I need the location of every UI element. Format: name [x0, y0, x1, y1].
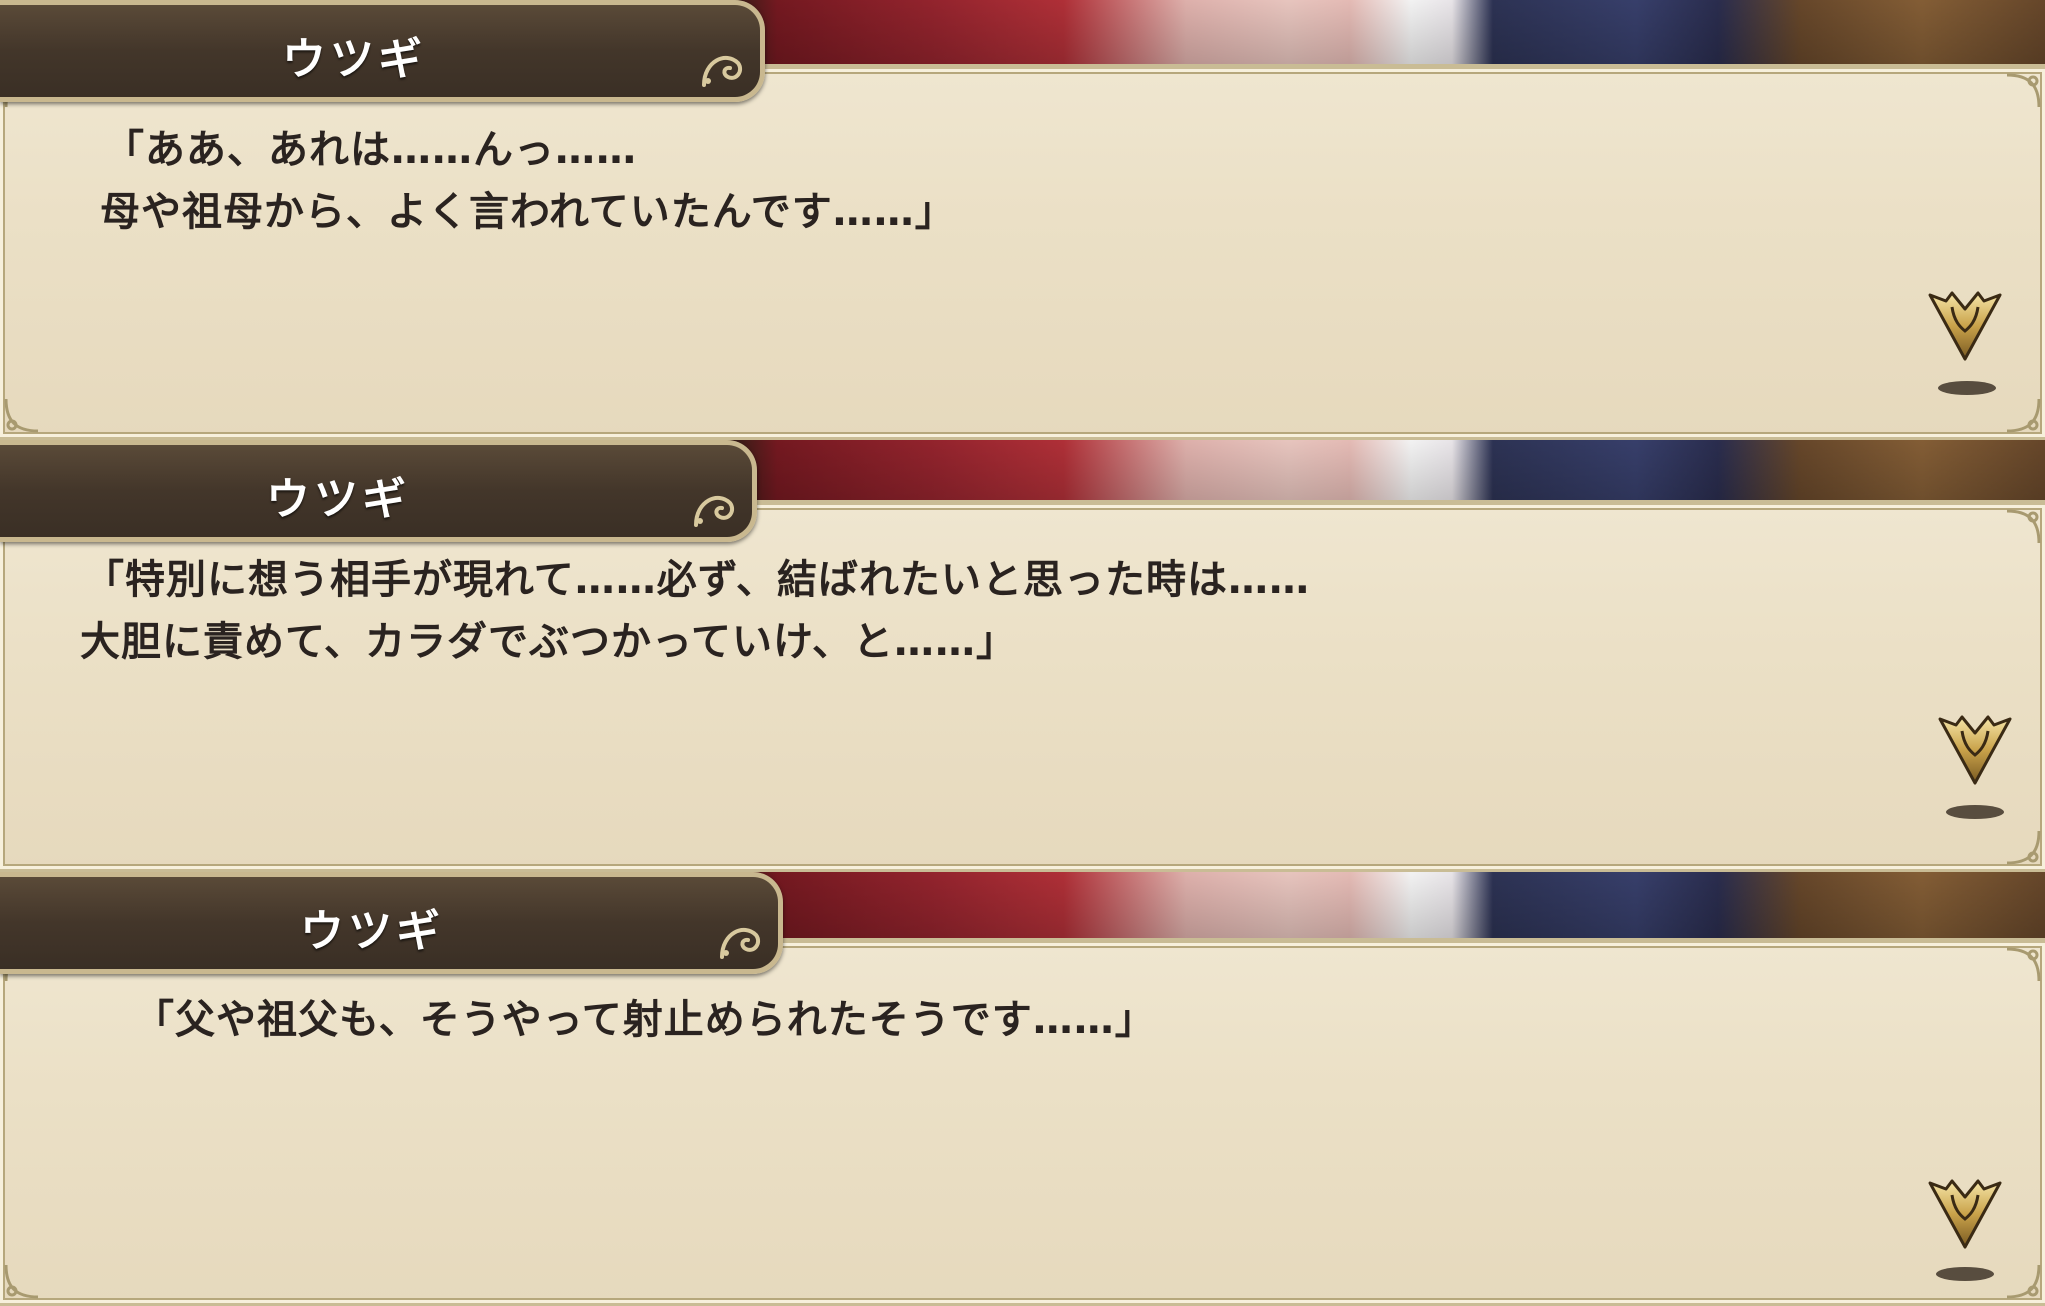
- ornament-corner-icon: [2006, 947, 2041, 982]
- swirl-ornament-icon: [694, 496, 735, 527]
- advance-chevron-icon[interactable]: [1926, 287, 2004, 367]
- dialogue-panel-3[interactable]: ウツギ 「父や祖父も、そうやって射止められたそうです……」: [0, 872, 2045, 1306]
- advance-shadow: [1936, 1267, 1994, 1281]
- advance-chevron-icon[interactable]: [1936, 711, 2014, 791]
- dialogue-screenshot-stack: ウツギ 「ああ、あれは……んっ…… 母や祖母から、よく言われていたんです……」: [0, 0, 2045, 1306]
- ornament-corner-icon: [2006, 73, 2041, 108]
- dialogue-panel-2[interactable]: ウツギ 「特別に想う相手が現れて……必ず、結ばれたいと思った時は…… 大胆に責め…: [0, 440, 2045, 872]
- dialogue-line-2: 大胆に責めて、カラダでぶつかっていけ、と……」: [80, 619, 1017, 665]
- dialogue-line-1: 「特別に想う相手が現れて……必ず、結ばれたいと思った時は……: [84, 557, 1310, 603]
- ornament-corner-icon: [2006, 398, 2041, 433]
- advance-chevron-icon[interactable]: [1926, 1175, 2004, 1255]
- dialogue-textbox[interactable]: 「父や祖父も、そうやって射止められたそうです……」: [0, 938, 2045, 1306]
- swirl-ornament-icon: [720, 928, 761, 959]
- ornament-corner-icon: [2006, 1264, 2041, 1299]
- ornament-corner-icon: [4, 398, 39, 433]
- swirl-ornament-icon: [702, 56, 743, 87]
- speaker-nameplate: ウツギ: [0, 0, 765, 102]
- ornament-corner-icon: [2006, 830, 2041, 865]
- dialogue-textbox[interactable]: 「特別に想う相手が現れて……必ず、結ばれたいと思った時は…… 大胆に責めて、カラ…: [0, 500, 2045, 872]
- dialogue-line-1: 「ああ、あれは……んっ……: [104, 127, 637, 173]
- speaker-nameplate: ウツギ: [0, 440, 757, 542]
- speaker-name: ウツギ: [300, 906, 444, 957]
- ornament-corner-icon: [4, 1264, 39, 1299]
- speaker-nameplate: ウツギ: [0, 872, 783, 974]
- ornament-corner-icon: [2006, 509, 2041, 544]
- dialogue-line-1: 「父や祖父も、そうやって射止められたそうです……」: [134, 997, 1156, 1043]
- speaker-name: ウツギ: [266, 474, 410, 525]
- dialogue-textbox[interactable]: 「ああ、あれは……んっ…… 母や祖母から、よく言われていたんです……」: [0, 64, 2045, 440]
- speaker-name: ウツギ: [282, 34, 426, 85]
- dialogue-panel-1[interactable]: ウツギ 「ああ、あれは……んっ…… 母や祖母から、よく言われていたんです……」: [0, 0, 2045, 440]
- advance-shadow: [1946, 805, 2004, 819]
- dialogue-line-2: 母や祖母から、よく言われていたんです……」: [100, 189, 956, 235]
- advance-shadow: [1938, 381, 1996, 395]
